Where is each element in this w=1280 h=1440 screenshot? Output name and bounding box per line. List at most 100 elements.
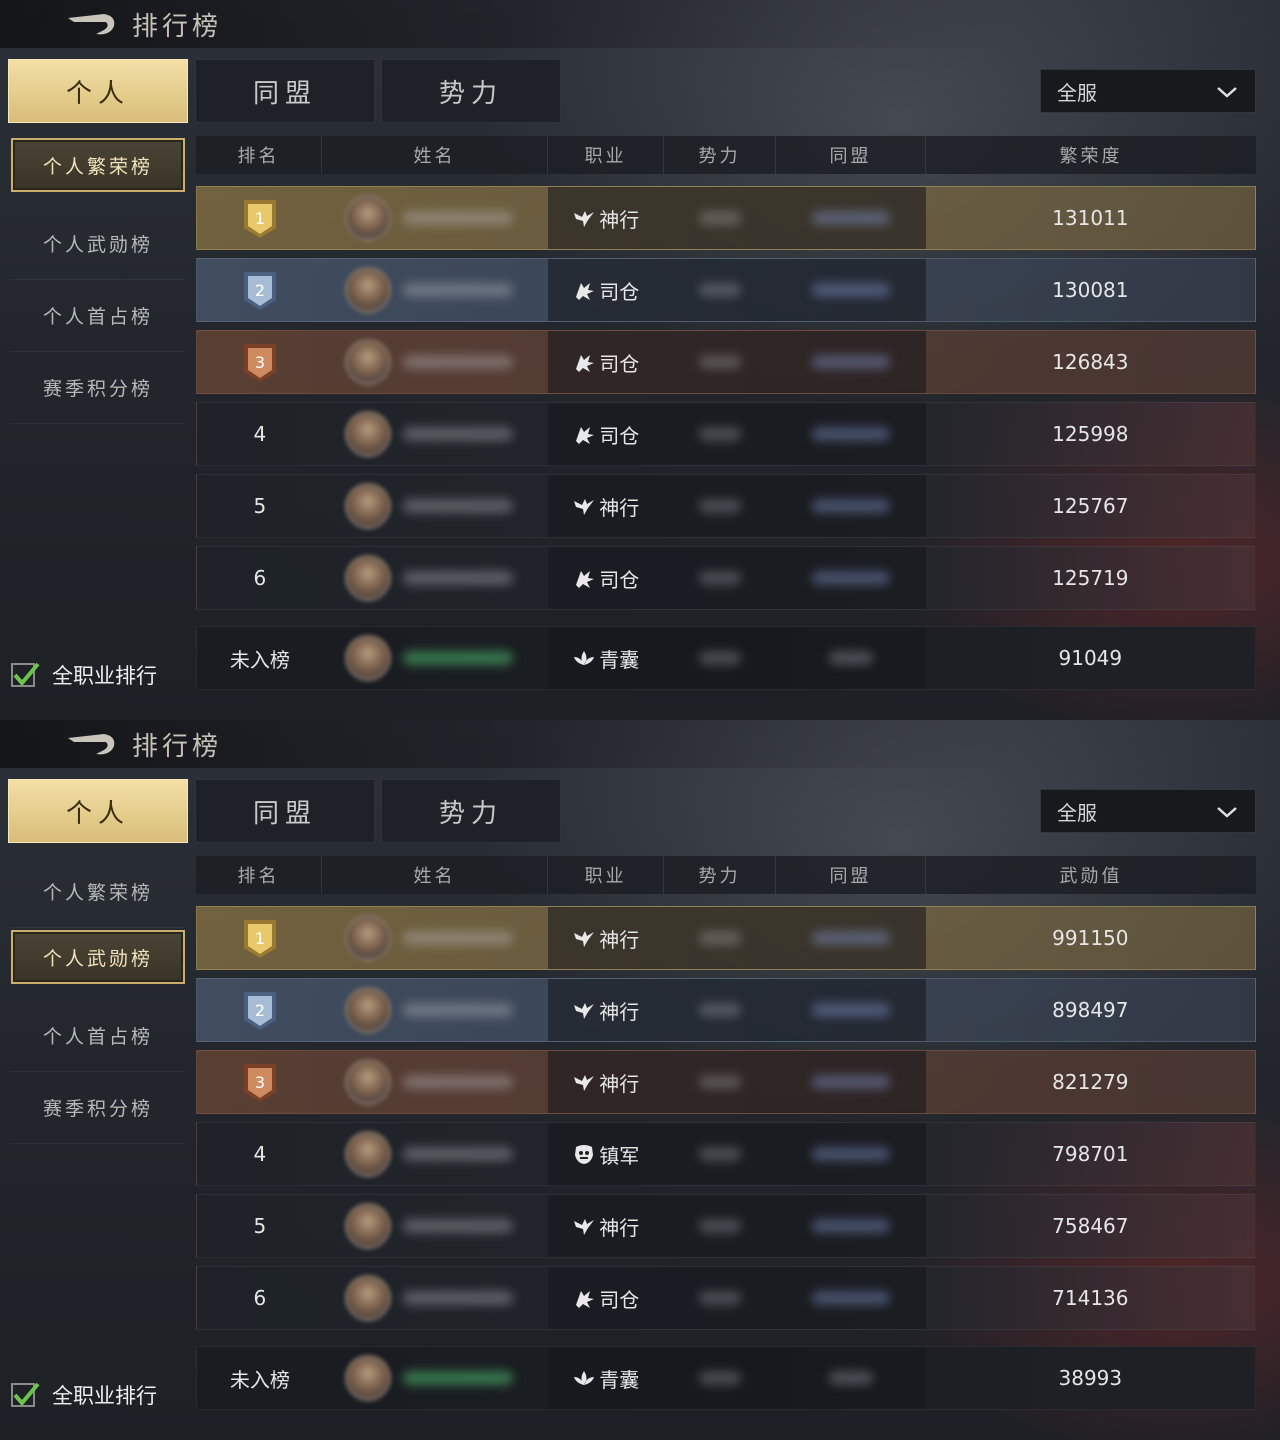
tab-personal[interactable]: 个人 (8, 779, 188, 843)
table-row[interactable]: 4 司仓 125998 (196, 402, 1256, 466)
avatar[interactable] (344, 1059, 391, 1105)
back-arrow-icon[interactable] (66, 730, 118, 758)
rank-number: 6 (253, 1286, 267, 1310)
job-label: 司仓 (599, 1287, 640, 1312)
table-row[interactable]: 3 神行 821279 (196, 1050, 1256, 1114)
power-cell (664, 403, 776, 465)
sidebar-item-2[interactable]: 个人首占榜 (10, 280, 186, 352)
sidebar-item-3[interactable]: 赛季积分榜 (10, 1072, 186, 1144)
score-cell: 38993 (1058, 1366, 1123, 1390)
avatar[interactable] (344, 339, 391, 385)
table-row[interactable]: 3 司仓 126843 (196, 330, 1256, 394)
table-row[interactable]: 5 神行 125767 (196, 474, 1256, 538)
ranking-table: 排名 姓名 职业 势力 同盟 武勋值 1 神行 991150 2 神行 898497 3 神行… (196, 856, 1256, 1418)
alliance-redacted (811, 355, 890, 369)
tab-alliance[interactable]: 同盟 (195, 779, 375, 843)
avatar[interactable] (344, 483, 391, 529)
header-score: 繁荣度 (1059, 146, 1123, 167)
power-cell (664, 475, 776, 537)
table-row[interactable]: 4 镇军 798701 (196, 1122, 1256, 1186)
sidebar-item-0[interactable]: 个人繁荣榜 (10, 856, 186, 928)
rank-cell: 1 (197, 187, 323, 249)
table-row[interactable]: 6 司仓 714136 (196, 1266, 1256, 1330)
tab-faction[interactable]: 势力 (381, 59, 561, 123)
avatar[interactable] (344, 411, 391, 457)
avatar[interactable] (344, 1355, 391, 1401)
table-row[interactable]: 1 神行 131011 (196, 186, 1256, 250)
table-row[interactable]: 1 神行 991150 (196, 906, 1256, 970)
avatar[interactable] (344, 195, 391, 241)
power-redacted (699, 1003, 742, 1017)
avatar[interactable] (344, 987, 391, 1033)
lotus-icon (574, 1371, 595, 1385)
title-bar: 排行榜 (0, 0, 1280, 48)
power-redacted (699, 355, 742, 369)
player-name-redacted (402, 571, 513, 585)
job-cell: 神行 (548, 979, 665, 1041)
header-power: 势力 (664, 136, 776, 174)
power-cell (664, 1195, 776, 1257)
avatar[interactable] (344, 915, 391, 961)
avatar[interactable] (344, 555, 391, 601)
player-name-redacted (402, 1003, 513, 1017)
power-redacted (699, 651, 742, 665)
job-cell: 青囊 (548, 1347, 665, 1409)
self-rank-row[interactable]: 未入榜 青囊 38993 (196, 1346, 1256, 1410)
rank-cell: 1 (197, 907, 323, 969)
rank-medal-icon: 2 (243, 272, 276, 310)
sidebar-item-3[interactable]: 赛季积分榜 (10, 352, 186, 424)
rank-cell: 未入榜 (197, 1347, 323, 1409)
power-redacted (699, 1371, 742, 1385)
all-job-checkbox[interactable]: 全职业排行 (10, 1380, 157, 1410)
server-dropdown-value: 全服 (1057, 80, 1097, 105)
rank-number: 1 (255, 929, 265, 948)
bird-icon (574, 1003, 595, 1019)
job-label: 司仓 (599, 423, 640, 448)
table-row[interactable]: 2 司仓 130081 (196, 258, 1256, 322)
rank-number: 4 (253, 422, 267, 446)
rank-cell: 6 (197, 547, 323, 609)
score-cell: 126843 (1052, 350, 1129, 374)
player-name-redacted (402, 499, 513, 513)
sidebar-item-1[interactable]: 个人武勋榜 (11, 930, 185, 984)
job-cell: 司仓 (548, 403, 665, 465)
table-header: 排名 姓名 职业 势力 同盟 繁荣度 (196, 136, 1256, 174)
rank-number: 5 (253, 1214, 267, 1238)
power-redacted (699, 427, 742, 441)
server-dropdown[interactable]: 全服 (1040, 789, 1256, 833)
alliance-cell (775, 187, 926, 249)
table-row[interactable]: 5 神行 758467 (196, 1194, 1256, 1258)
avatar[interactable] (344, 1275, 391, 1321)
rank-medal-icon: 2 (243, 992, 276, 1030)
player-name-redacted (402, 1147, 513, 1161)
self-rank-row[interactable]: 未入榜 青囊 91049 (196, 626, 1256, 690)
header-rank: 排名 (196, 856, 322, 894)
all-job-checkbox[interactable]: 全职业排行 (10, 660, 157, 690)
job-cell: 青囊 (548, 627, 665, 689)
sidebar-item-2[interactable]: 个人首占榜 (10, 1000, 186, 1072)
power-redacted (699, 931, 742, 945)
job-cell: 神行 (548, 1051, 665, 1113)
table-row[interactable]: 6 司仓 125719 (196, 546, 1256, 610)
tab-personal[interactable]: 个人 (8, 59, 188, 123)
player-name-redacted (402, 1219, 513, 1233)
sidebar-item-1[interactable]: 个人武勋榜 (10, 208, 186, 280)
sidebar-item-0[interactable]: 个人繁荣榜 (11, 138, 185, 192)
job-label: 神行 (599, 1071, 640, 1096)
tab-faction[interactable]: 势力 (381, 779, 561, 843)
checkmark-icon (11, 662, 40, 687)
rank-number: 未入榜 (229, 1367, 290, 1392)
alliance-redacted (811, 283, 890, 297)
table-row[interactable]: 2 神行 898497 (196, 978, 1256, 1042)
avatar[interactable] (344, 267, 391, 313)
rank-number: 3 (255, 1073, 265, 1092)
bird-icon (574, 1219, 595, 1235)
avatar[interactable] (344, 635, 391, 681)
avatar[interactable] (344, 1131, 391, 1177)
server-dropdown[interactable]: 全服 (1040, 69, 1256, 113)
job-cell: 司仓 (548, 259, 665, 321)
tab-alliance[interactable]: 同盟 (195, 59, 375, 123)
back-arrow-icon[interactable] (66, 10, 118, 38)
name-cell (323, 1123, 549, 1185)
avatar[interactable] (344, 1203, 391, 1249)
